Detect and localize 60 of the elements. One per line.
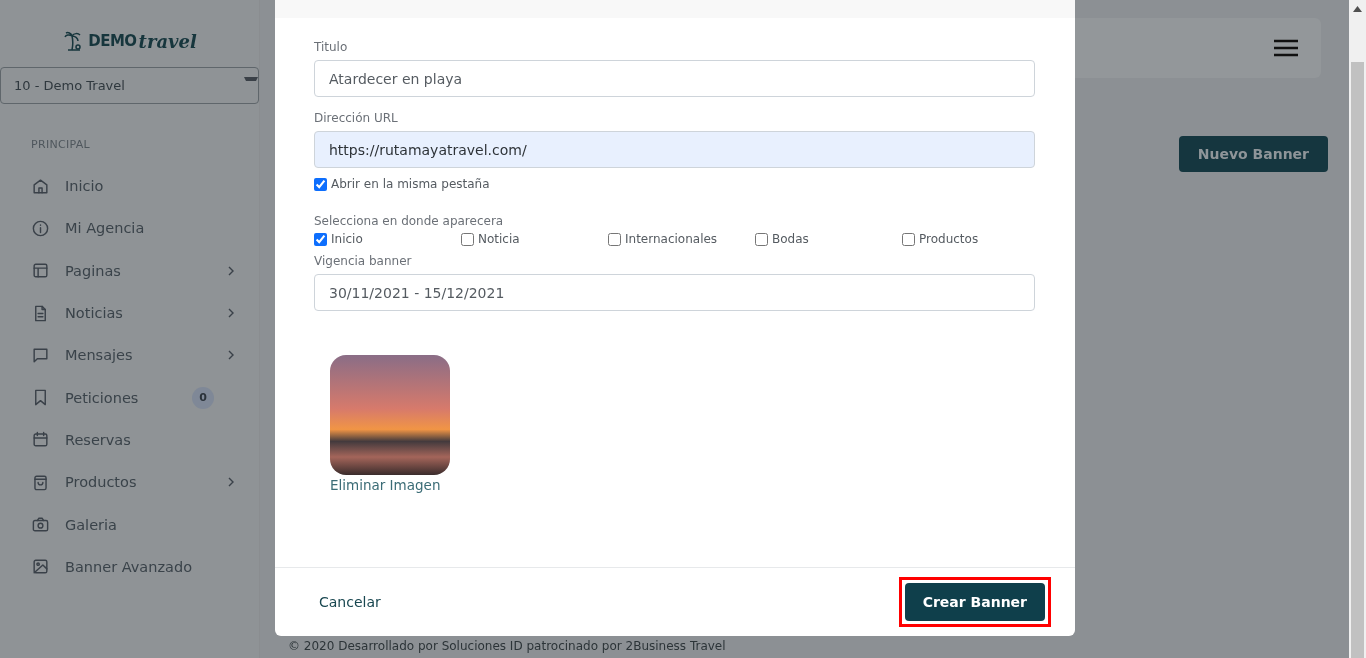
checkbox[interactable] <box>755 232 768 246</box>
sidebar-item[interactable]: Paginas <box>0 249 259 292</box>
sidebar-item-label: Galeria <box>65 516 118 533</box>
checkbox-label: Bodas <box>772 232 809 246</box>
agency-select[interactable]: 10 - Demo Travel <box>0 67 259 104</box>
footer-text: © 2020 Desarrollado por Soluciones ID patrocinado por 2Business Travel <box>288 639 726 653</box>
sidebar-item-label: Paginas <box>65 262 122 279</box>
sidebar-item-label: Banner Avanzado <box>65 558 193 575</box>
bag-icon <box>31 472 50 492</box>
checkbox[interactable] <box>314 177 327 191</box>
create-banner-button[interactable]: Crear Banner <box>904 583 1045 621</box>
input-field[interactable]: Atardecer en playa <box>314 60 1035 97</box>
menu-icon[interactable] <box>1273 38 1299 58</box>
sidebar-item-label: Peticiones <box>65 389 140 406</box>
sidebar-item[interactable]: Banner Avanzado <box>0 545 259 588</box>
calendar-icon <box>31 430 50 450</box>
sidebar-item-label: Productos <box>65 474 138 491</box>
image-icon <box>31 557 50 577</box>
checkbox[interactable] <box>314 232 327 246</box>
sidebar-item[interactable]: Noticias <box>0 291 259 335</box>
sidebar-item[interactable]: Peticiones 0 <box>0 376 259 419</box>
count-badge: 0 <box>192 386 214 409</box>
scroll-up-icon[interactable] <box>1353 6 1362 12</box>
cancel-link[interactable]: Cancelar <box>315 588 385 616</box>
date-range-field[interactable]: 30/11/2021 - 15/12/2021 <box>314 274 1035 311</box>
new-banner-button[interactable]: Nuevo Banner <box>1178 136 1328 172</box>
checkbox-label: Productos <box>919 232 979 246</box>
sidebar-item-label: Mi Agencia <box>65 220 146 237</box>
sidebar-item[interactable]: Mi Agencia <box>0 207 259 250</box>
sidebar-item[interactable]: Inicio <box>0 165 259 208</box>
checkbox-label: Inicio <box>331 232 363 246</box>
camera-icon <box>31 515 50 534</box>
sidebar-item[interactable]: Reservas <box>0 418 259 462</box>
info-icon <box>31 218 50 238</box>
field-label: Dirección URL <box>314 111 399 125</box>
sidebar-item[interactable]: Productos <box>0 461 259 504</box>
sidebar-item-label: Mensajes <box>65 347 134 364</box>
field-label: Vigencia banner <box>314 254 413 268</box>
sidebar-item[interactable]: Mensajes <box>0 334 259 377</box>
logo-text: DEMO <box>88 32 137 50</box>
sidebar-item[interactable]: Galeria <box>0 503 259 546</box>
checkbox-label: Noticia <box>478 232 520 246</box>
field-label: Selecciona en donde aparecera <box>314 214 505 228</box>
chat-icon <box>31 345 50 365</box>
sidebar-item-label: Noticias <box>65 305 124 322</box>
sidebar-item-label: Inicio <box>65 178 105 195</box>
field-label: Titulo <box>314 40 349 54</box>
input-field[interactable]: https://rutamayatravel.com/ <box>314 131 1035 168</box>
checkbox-label: Internacionales <box>625 232 718 246</box>
checkbox[interactable] <box>608 232 621 246</box>
sidebar-item-label: Reservas <box>65 431 132 448</box>
remove-image-link[interactable]: Eliminar Imagen <box>330 477 441 493</box>
scrollbar[interactable] <box>1349 0 1366 658</box>
section-label: PRINCIPAL <box>31 138 91 151</box>
layout-icon <box>31 261 50 281</box>
checkbox-label: Abrir en la misma pestaña <box>331 177 490 191</box>
home-icon <box>31 176 50 196</box>
logo-text: travel <box>138 30 197 52</box>
checkbox[interactable] <box>902 232 915 246</box>
checkbox[interactable] <box>461 232 474 246</box>
